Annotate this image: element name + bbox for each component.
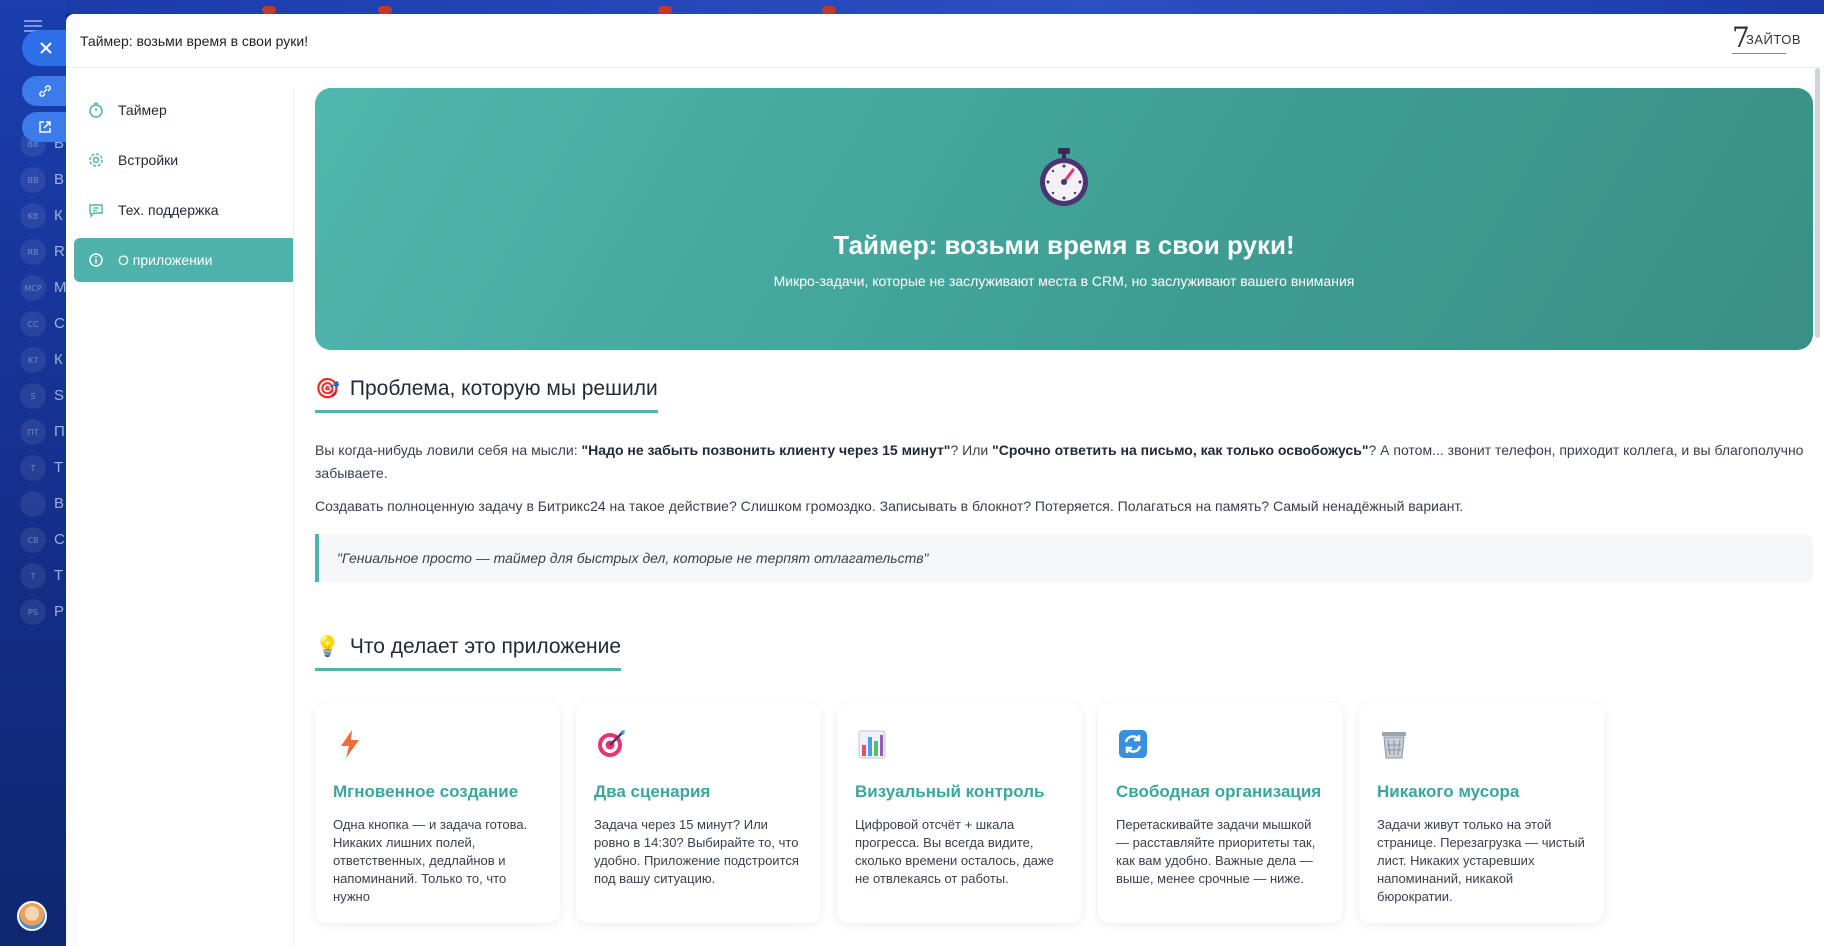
features-heading: 💡 Что делает это приложение	[315, 634, 621, 671]
nav-divider	[293, 88, 294, 946]
nav-item-label: Встройки	[118, 152, 179, 168]
portal-menu-item-label: В	[54, 495, 65, 512]
trash-icon	[1382, 732, 1406, 759]
feature-card-title: Никакого мусора	[1377, 782, 1520, 801]
app-slider: Таймер: возьми время в свои руки! 7 ЗАЙТ…	[66, 14, 1824, 946]
info-icon	[86, 250, 106, 270]
feature-card-title: Свободная организация	[1116, 782, 1322, 801]
about-content: Таймер: возьми время в свои руки! Микро-…	[315, 88, 1813, 923]
feature-card: Два сценария Задача через 15 минут? Или …	[576, 703, 821, 923]
portal-menu-item-icon: РS	[20, 599, 46, 625]
portal-menu-item-label: R	[54, 243, 65, 260]
nav-item-label: Тех. поддержка	[118, 202, 219, 218]
feature-card: Свободная организация Перетаскивайте зад…	[1098, 703, 1343, 923]
portal-menu-item-label: S	[54, 387, 65, 404]
slider-close-button[interactable]	[22, 30, 66, 66]
feature-card-text: Задачи живут только на этой странице. Пе…	[1377, 817, 1585, 904]
feature-card: Никакого мусора Задачи живут только на э…	[1359, 703, 1604, 923]
copy-link-button[interactable]	[22, 76, 66, 106]
notification-badge	[378, 6, 392, 14]
portal-menu-item-label: К	[54, 351, 63, 368]
feature-card-title: Два сценария	[594, 782, 711, 801]
notification-badge	[658, 6, 672, 14]
feature-card-text: Цифровой отсчёт + шкала прогресса. Вы вс…	[855, 817, 1054, 886]
portal-menu-item-label: К	[54, 207, 63, 224]
portal-menu-item-label: Т	[54, 459, 64, 476]
nav-item-support[interactable]: Тех. поддержка	[74, 188, 294, 232]
slider-title: Таймер: возьми время в свои руки!	[80, 32, 309, 49]
nav-item-label: Таймер	[118, 102, 167, 118]
user-avatar[interactable]	[17, 901, 47, 931]
portal-menu-item-label: М	[54, 279, 67, 296]
open-new-window-button[interactable]	[22, 112, 66, 142]
refresh-icon	[1119, 730, 1147, 758]
hero-title: Таймер: возьми время в свои руки!	[833, 230, 1295, 260]
portal-menu-item-icon: MCP	[20, 275, 46, 301]
problem-paragraph-1: Вы когда-нибудь ловили себя на мысли: "Н…	[315, 442, 1804, 481]
portal-menu-item-label: С	[54, 531, 65, 548]
link-icon	[39, 85, 51, 97]
portal-menu-item-icon: T	[20, 455, 46, 481]
nav-item-label: О приложении	[118, 252, 213, 268]
notification-badge	[822, 6, 836, 14]
feature-card-text: Перетаскивайте задачи мышкой — расставля…	[1116, 817, 1316, 886]
lightbulb-icon: 💡	[315, 636, 340, 658]
feature-card-text: Задача через 15 минут? Или ровно в 14:30…	[594, 817, 799, 886]
stopwatch-icon	[1040, 148, 1088, 206]
portal-menu-item-label: С	[54, 315, 65, 332]
brand-name: ЗАЙТОВ	[1746, 32, 1802, 47]
hero-banner: Таймер: возьми время в свои руки! Микро-…	[315, 88, 1813, 350]
portal-menu-item-icon: S	[20, 383, 46, 409]
stopwatch-icon	[86, 100, 106, 120]
feature-card: Визуальный контроль Цифровой отсчёт + шк…	[837, 703, 1082, 923]
portal-menu-item-icon: T	[20, 563, 46, 589]
nav-item-embeds[interactable]: Встройки	[74, 138, 294, 182]
portal-menu-item-label: В	[54, 171, 65, 188]
target-icon	[598, 730, 625, 757]
notification-badge	[262, 6, 276, 14]
gear-icon	[86, 150, 106, 170]
portal-menu-item-icon: KB	[20, 203, 46, 229]
portal-menu-item-icon: BB	[20, 167, 46, 193]
chat-icon	[86, 200, 106, 220]
slider-header: Таймер: возьми время в свои руки!	[66, 14, 1824, 68]
portal-menu-item-label: П	[54, 423, 65, 440]
external-link-icon	[39, 121, 51, 133]
close-icon	[40, 42, 52, 54]
feature-card-title: Мгновенное создание	[333, 782, 519, 801]
portal-menu-item-label: Р	[54, 603, 65, 620]
target-icon: 🎯	[315, 378, 340, 400]
quote-text: "Гениальное просто — таймер для быстрых …	[337, 550, 929, 566]
portal-menu-item-icon: RB	[20, 239, 46, 265]
quote-block: "Гениальное просто — таймер для быстрых …	[315, 534, 1813, 582]
portal-menu-item-icon: K7	[20, 347, 46, 373]
problem-paragraph-2: Создавать полноценную задачу в Битрикс24…	[315, 498, 1464, 514]
feature-cards: Мгновенное создание Одна кнопка — и зада…	[315, 703, 1813, 923]
scrollbar[interactable]	[1815, 68, 1820, 338]
app-nav: Таймер Встройки Тех. поддержка О приложе…	[74, 88, 294, 288]
portal-menu-item-icon: ПТ	[20, 419, 46, 445]
lightning-icon	[341, 730, 359, 758]
feature-card-text: Одна кнопка — и задача готова. Никаких л…	[333, 817, 528, 904]
bar-chart-icon	[858, 730, 886, 759]
portal-menu-item-icon	[20, 491, 46, 517]
portal-topbar	[0, 0, 1824, 14]
portal-menu-item-icon: CB	[20, 527, 46, 553]
portal-menu-item-label: Т	[54, 567, 64, 584]
hero-subtitle: Микро-задачи, которые не заслуживают мес…	[773, 273, 1355, 289]
feature-card: Мгновенное создание Одна кнопка — и зада…	[315, 703, 560, 923]
feature-card-title: Визуальный контроль	[855, 782, 1045, 801]
brand-logo: 7 ЗАЙТОВ	[1732, 21, 1802, 54]
portal-menu-item-icon: CC	[20, 311, 46, 337]
nav-item-timer[interactable]: Таймер	[74, 88, 294, 132]
problem-heading: 🎯 Проблема, которую мы решили	[315, 376, 658, 413]
nav-item-about[interactable]: О приложении	[74, 238, 294, 282]
